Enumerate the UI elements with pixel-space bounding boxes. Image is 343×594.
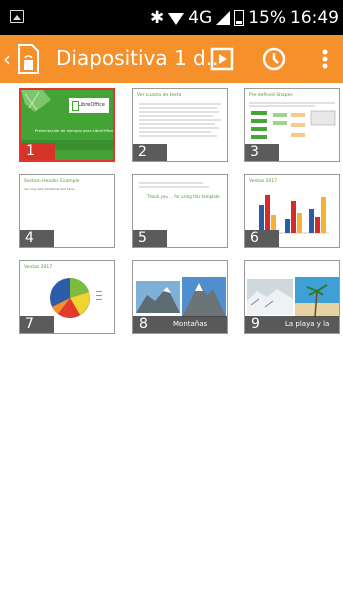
signal-icon [216, 11, 231, 25]
slide-number: 9 [251, 316, 260, 332]
slide-thumbnail-2[interactable]: Ver cuadro de texto 2 [132, 88, 228, 162]
slide-thumbnail-5[interactable]: Thank you ... for using this template 5 [132, 174, 228, 248]
slide-thumbnail-3[interactable]: Pre-defined Shapes 3 [244, 88, 340, 162]
slide-thumbnail-4[interactable]: Section Header Example You may add addit… [19, 174, 115, 248]
slide-thumbnail-8[interactable]: 8 Montañas [132, 260, 228, 334]
wifi-icon [168, 13, 185, 25]
timer-clock-button[interactable] [259, 44, 289, 74]
slide-thumbnail-1[interactable]: LibreOffice Presentación de ejemplo para… [19, 88, 115, 162]
image-notification-icon [10, 10, 24, 23]
clock-time: 16:49 [290, 8, 339, 28]
slide-8-caption: 8 Montañas [133, 316, 227, 333]
slide-grid: LibreOffice Presentación de ejemplo para… [0, 83, 343, 594]
slide-number: 1 [21, 143, 55, 160]
slide-number: 6 [245, 230, 279, 247]
back-chevron-icon[interactable]: ‹ [3, 49, 11, 69]
slide-number: 7 [20, 316, 54, 333]
battery-level: 15% [248, 8, 286, 28]
slide-number: 2 [133, 144, 167, 161]
status-bar: ✱ 4G 15% 16:49 [0, 0, 343, 35]
slide-4-title: Section Header Example [24, 179, 80, 184]
slide-1-logo: LibreOffice [78, 102, 105, 108]
network-type: 4G [188, 8, 213, 28]
more-options-icon[interactable] [315, 44, 335, 74]
slide-1-logo-box: LibreOffice [69, 98, 109, 113]
slide-1-body: Presentación de ejemplo para LibreOffice [35, 128, 114, 133]
slide-thumbnail-7[interactable]: Ventas 2017 7 [19, 260, 115, 334]
slide-number: 5 [133, 230, 167, 247]
slide-8-caption-text: Montañas [173, 320, 208, 328]
status-icons: ✱ 4G 15% 16:49 [150, 7, 339, 29]
document-title[interactable]: Diapositiva 1 d.. [56, 45, 218, 71]
battery-icon [234, 10, 245, 26]
slide-thumbnail-6[interactable]: Ventas 2017 6 [244, 174, 340, 248]
slide-number: 4 [20, 230, 54, 247]
slide-number: 3 [245, 144, 279, 161]
app-toolbar: ‹ Diapositiva 1 d.. [0, 35, 343, 83]
slide-5-body: Thank you ... for using this template [147, 194, 220, 199]
slide-9-caption-text: La playa y la nieve [285, 320, 330, 328]
slide-thumbnail-9[interactable]: 9 La playa y la nieve [244, 260, 340, 334]
slide-number: 8 [139, 316, 148, 332]
slide-4-body: You may add additional text here... [24, 187, 77, 191]
start-presentation-button[interactable] [207, 44, 237, 74]
bluetooth-icon: ✱ [149, 8, 165, 28]
slide-9-caption: 9 La playa y la nieve [245, 316, 339, 333]
impress-document-icon[interactable] [15, 44, 41, 74]
